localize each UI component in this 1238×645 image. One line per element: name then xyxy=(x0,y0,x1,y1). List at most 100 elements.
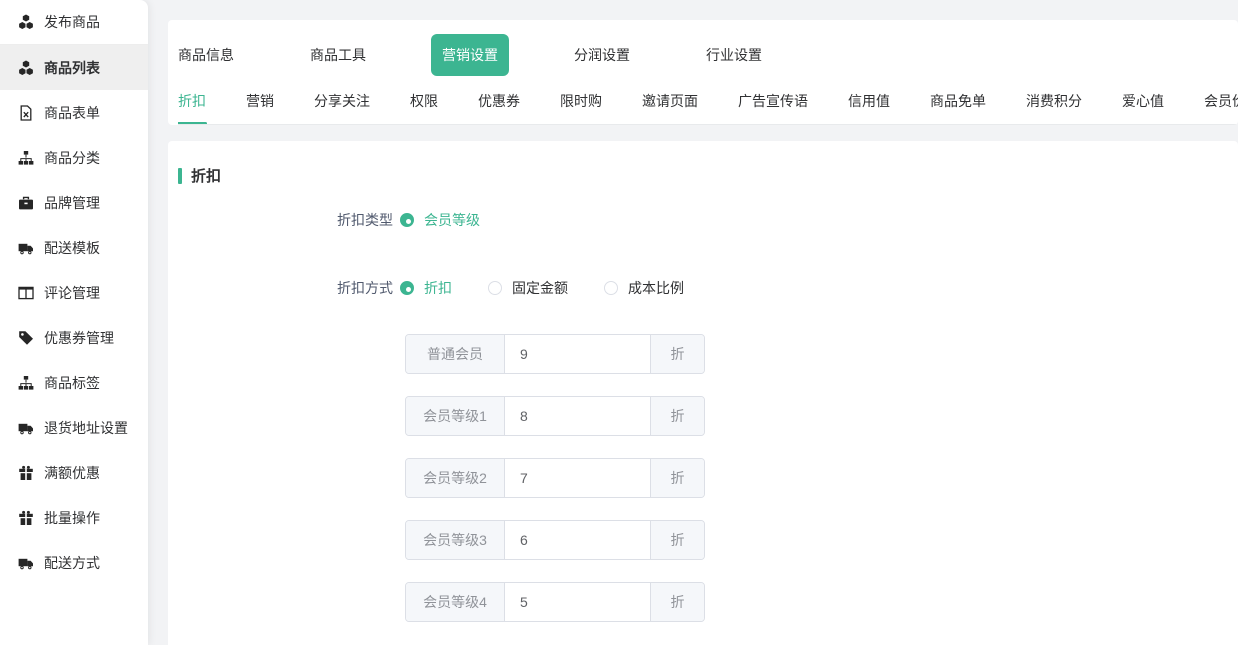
discount-input-group-normal-member: 普通会员 折 xyxy=(405,334,705,374)
level-label: 会员等级1 xyxy=(406,397,505,435)
tab-industry-settings[interactable]: 行业设置 xyxy=(706,45,762,65)
sidebar-item-label: 批量操作 xyxy=(44,508,100,528)
level-label: 会员等级3 xyxy=(406,521,505,559)
subtab-coupon[interactable]: 优惠券 xyxy=(478,84,520,124)
subtab-member-price[interactable]: 会员价 xyxy=(1204,84,1238,124)
cubes-icon xyxy=(18,60,34,76)
sidebar-item-label: 商品标签 xyxy=(44,373,100,393)
tab-marketing-settings[interactable]: 营销设置 xyxy=(431,34,509,76)
sidebar-item-comment-management[interactable]: 评论管理 xyxy=(0,270,148,315)
cubes-icon xyxy=(18,14,34,30)
discount-input-group-level-1: 会员等级1 折 xyxy=(405,396,705,436)
discount-level-row: 会员等级1 折 xyxy=(168,396,1238,436)
sidebar-item-brand-management[interactable]: 品牌管理 xyxy=(0,180,148,225)
sidebar: 发布商品 商品列表 商品表单 商品分类 品牌管理 配送模板 评论管理 优惠券管理… xyxy=(0,0,148,645)
discount-form: 折扣类型 会员等级 折扣方式 折扣 固定 xyxy=(168,210,1238,622)
sidebar-item-label: 退货地址设置 xyxy=(44,418,128,438)
discount-mode-label: 折扣方式 xyxy=(168,278,393,298)
discount-input-group-level-3: 会员等级3 折 xyxy=(405,520,705,560)
tag-icon xyxy=(18,330,34,346)
level-label: 普通会员 xyxy=(406,335,505,373)
sidebar-item-product-form[interactable]: 商品表单 xyxy=(0,90,148,135)
level-label: 会员等级2 xyxy=(406,459,505,497)
tabs-card: 商品信息 商品工具 营销设置 分润设置 行业设置 折扣 营销 分享关注 权限 优… xyxy=(168,20,1238,125)
sidebar-item-coupon-management[interactable]: 优惠券管理 xyxy=(0,315,148,360)
sidebar-item-label: 商品列表 xyxy=(44,58,100,78)
secondary-tabs: 折扣 营销 分享关注 权限 优惠券 限时购 邀请页面 广告宣传语 信用值 商品免… xyxy=(178,84,1238,125)
radio-cost-ratio[interactable]: 成本比例 xyxy=(604,278,684,298)
tab-product-tools[interactable]: 商品工具 xyxy=(310,45,366,65)
sidebar-item-label: 商品分类 xyxy=(44,148,100,168)
columns-icon xyxy=(18,285,34,301)
discount-mode-row: 折扣方式 折扣 固定金额 成本比例 xyxy=(168,278,1238,298)
discount-value-input[interactable] xyxy=(505,397,650,435)
sidebar-item-product-tags[interactable]: 商品标签 xyxy=(0,360,148,405)
sidebar-item-return-address[interactable]: 退货地址设置 xyxy=(0,405,148,450)
discount-type-options: 会员等级 xyxy=(400,210,516,230)
discount-value-input[interactable] xyxy=(505,583,650,621)
tab-product-info[interactable]: 商品信息 xyxy=(178,45,234,65)
discount-level-row: 会员等级2 折 xyxy=(168,458,1238,498)
radio-label: 固定金额 xyxy=(512,278,568,298)
discount-input-group-level-2: 会员等级2 折 xyxy=(405,458,705,498)
discount-level-row: 会员等级4 折 xyxy=(168,582,1238,622)
subtab-share-follow[interactable]: 分享关注 xyxy=(314,84,370,124)
radio-dot-icon xyxy=(400,281,414,295)
discount-value-input[interactable] xyxy=(505,335,650,373)
discount-type-label: 折扣类型 xyxy=(168,210,393,230)
sidebar-item-label: 商品表单 xyxy=(44,103,100,123)
radio-label: 成本比例 xyxy=(628,278,684,298)
truck-icon xyxy=(18,555,34,571)
radio-fixed-amount[interactable]: 固定金额 xyxy=(488,278,568,298)
discount-level-row: 会员等级3 折 xyxy=(168,520,1238,560)
sidebar-item-publish-product[interactable]: 发布商品 xyxy=(0,0,148,45)
radio-member-level[interactable]: 会员等级 xyxy=(400,210,480,230)
discount-mode-options: 折扣 固定金额 成本比例 xyxy=(400,278,720,298)
subtab-invite-page[interactable]: 邀请页面 xyxy=(642,84,698,124)
sidebar-item-label: 满额优惠 xyxy=(44,463,100,483)
level-label: 会员等级4 xyxy=(406,583,505,621)
radio-dot-icon xyxy=(488,281,502,295)
subtab-marketing[interactable]: 营销 xyxy=(246,84,274,124)
subtab-ad-slogan[interactable]: 广告宣传语 xyxy=(738,84,808,124)
tab-profit-settings[interactable]: 分润设置 xyxy=(574,45,630,65)
discount-value-input[interactable] xyxy=(505,521,650,559)
main-area: 商品信息 商品工具 营销设置 分润设置 行业设置 折扣 营销 分享关注 权限 优… xyxy=(168,0,1238,645)
subtab-love-value[interactable]: 爱心值 xyxy=(1122,84,1164,124)
discount-value-input[interactable] xyxy=(505,459,650,497)
truck-icon xyxy=(18,240,34,256)
sidebar-item-batch-operations[interactable]: 批量操作 xyxy=(0,495,148,540)
section-title: 折扣 xyxy=(191,165,221,186)
subtab-consume-points[interactable]: 消费积分 xyxy=(1026,84,1082,124)
truck-icon xyxy=(18,420,34,436)
content-card: 折扣 折扣类型 会员等级 折扣方式 折扣 xyxy=(168,141,1238,645)
sidebar-item-product-list[interactable]: 商品列表 xyxy=(0,45,148,90)
radio-dot-icon xyxy=(400,213,414,227)
sidebar-item-label: 优惠券管理 xyxy=(44,328,114,348)
subtab-free-order[interactable]: 商品免单 xyxy=(930,84,986,124)
subtab-credit-value[interactable]: 信用值 xyxy=(848,84,890,124)
sidebar-item-full-discount[interactable]: 满额优惠 xyxy=(0,450,148,495)
file-excel-icon xyxy=(18,105,34,121)
unit-label: 折 xyxy=(650,335,704,373)
sidebar-item-label: 配送模板 xyxy=(44,238,100,258)
sidebar-item-product-category[interactable]: 商品分类 xyxy=(0,135,148,180)
sidebar-item-label: 评论管理 xyxy=(44,283,100,303)
sitemap-icon xyxy=(18,150,34,166)
sidebar-item-shipping-method[interactable]: 配送方式 xyxy=(0,540,148,585)
radio-label: 折扣 xyxy=(424,278,452,298)
discount-level-row: 普通会员 折 xyxy=(168,334,1238,374)
subtab-discount[interactable]: 折扣 xyxy=(178,84,206,124)
subtab-permissions[interactable]: 权限 xyxy=(410,84,438,124)
section-header: 折扣 xyxy=(168,165,1238,186)
radio-label: 会员等级 xyxy=(424,210,480,230)
sidebar-item-label: 品牌管理 xyxy=(44,193,100,213)
sidebar-item-shipping-template[interactable]: 配送模板 xyxy=(0,225,148,270)
radio-discount[interactable]: 折扣 xyxy=(400,278,452,298)
unit-label: 折 xyxy=(650,459,704,497)
subtab-flash-sale[interactable]: 限时购 xyxy=(560,84,602,124)
sidebar-item-label: 配送方式 xyxy=(44,553,100,573)
section-accent-bar xyxy=(178,168,182,184)
discount-input-group-level-4: 会员等级4 折 xyxy=(405,582,705,622)
discount-type-row: 折扣类型 会员等级 xyxy=(168,210,1238,230)
